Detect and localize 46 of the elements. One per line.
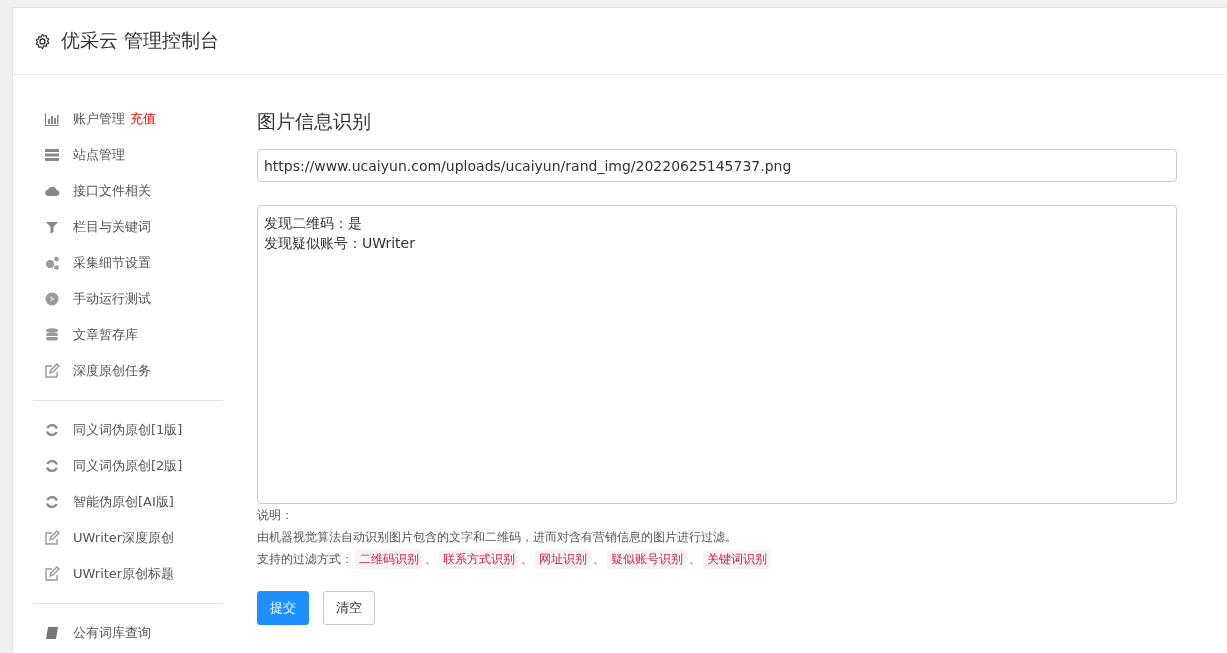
section-title: 图片信息识别 [257,109,372,134]
page-title: 优采云 管理控制台 [61,28,220,53]
sidebar-item[interactable]: 手动运行测试 [73,290,151,308]
sidebar-item[interactable]: 智能伪原创[AI版] [73,493,174,511]
separator: 、 [425,550,437,568]
filters-label: 支持的过滤方式： [257,551,353,568]
clear-button[interactable]: 清空 [323,591,375,625]
sidebar-item[interactable]: 站点管理 [73,146,125,164]
sidebar-item[interactable]: 账户管理 [73,110,125,128]
sidebar-item[interactable]: 接口文件相关 [73,182,151,200]
recharge-link[interactable]: 充值 [130,110,156,128]
refresh-icon [44,494,60,510]
sidebar-item[interactable]: 公有词库查询 [73,624,151,642]
separator: 、 [593,550,605,568]
sidebar-item[interactable]: 深度原创任务 [73,362,151,380]
sidebar-item[interactable]: 文章暂存库 [73,326,138,344]
sidebar-item[interactable]: 同义词伪原创[2版] [73,457,183,475]
play-icon [44,291,60,307]
filter-tag: 疑似账号识别 [607,549,687,569]
separator: 、 [689,550,701,568]
sidebar-item[interactable]: UWriter深度原创 [73,529,175,547]
filter-tag: 关键词识别 [703,549,771,569]
filter-tag: 二维码识别 [355,549,423,569]
refresh-icon [44,458,60,474]
edit-icon [44,530,60,546]
settings-icon [34,32,51,50]
filter-tag: 网址识别 [535,549,591,569]
result-box[interactable]: 发现二维码：是 发现疑似账号：UWriter [257,205,1177,504]
database-icon [44,327,60,343]
filter-tag: 联系方式识别 [439,549,519,569]
edit-icon [44,566,60,582]
filter-icon [44,219,60,235]
sidebar-item[interactable]: 同义词伪原创[1版] [73,421,183,439]
bar-chart-icon [44,111,60,127]
notes-heading: 说明： [257,507,294,524]
refresh-icon [44,422,60,438]
server-icon [44,147,60,163]
sidebar-item[interactable]: 栏目与关键词 [73,218,151,236]
edit-icon [44,363,60,379]
description-text: 由机器视觉算法自动识别图片包含的文字和二维码，进而对含有营销信息的图片进行过滤。 [257,529,738,546]
url-field[interactable]: https://www.ucaiyun.com/uploads/ucaiyun/rand_img/20220625145737.png [257,149,1177,182]
separator: 、 [521,550,533,568]
result-line: 发现疑似账号：UWriter [264,234,415,253]
result-line: 发现二维码：是 [264,214,362,233]
sidebar-item[interactable]: 采集细节设置 [73,254,151,272]
sidebar-item[interactable]: UWriter原创标题 [73,565,175,583]
